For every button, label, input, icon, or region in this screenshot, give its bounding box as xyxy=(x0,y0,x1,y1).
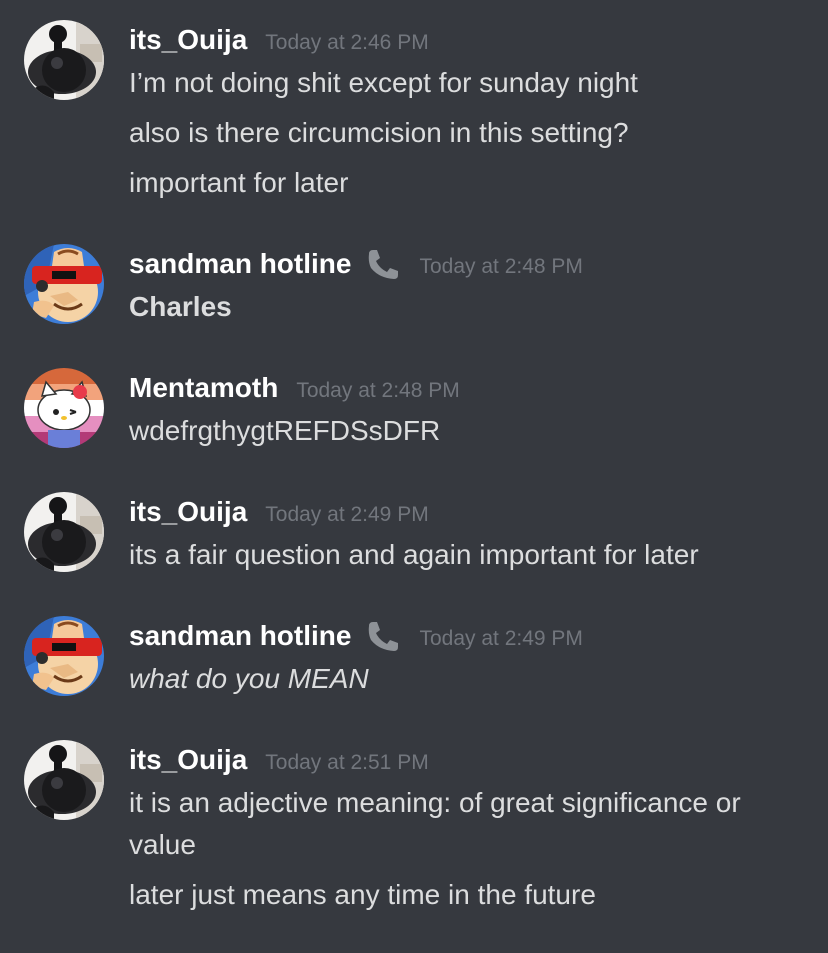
message-text: also is there circumcision in this setti… xyxy=(129,117,629,148)
message-header: its_Ouija Today at 2:51 PM xyxy=(129,740,429,780)
message-text: Charles xyxy=(129,291,232,322)
username[interactable]: sandman hotline xyxy=(129,244,351,284)
timestamp: Today at 2:48 PM xyxy=(296,379,460,402)
timestamp: Today at 2:46 PM xyxy=(265,31,429,54)
timestamp: Today at 2:49 PM xyxy=(419,627,583,650)
username[interactable]: its_Ouija xyxy=(129,492,247,532)
message-text: its a fair question and again important … xyxy=(129,539,699,570)
message-text: I’m not doing shit except for sunday nig… xyxy=(129,67,638,98)
username[interactable]: its_Ouija xyxy=(129,740,247,780)
message-text: important for later xyxy=(129,167,349,198)
message-header: Mentamoth Today at 2:48 PM xyxy=(129,368,460,408)
message-text: what do you MEAN xyxy=(129,663,369,694)
message-header: sandman hotline Today at 2:48 PM xyxy=(129,244,583,284)
timestamp: Today at 2:49 PM xyxy=(265,503,429,526)
timestamp: Today at 2:48 PM xyxy=(419,255,583,278)
message-text: wdefrgthygtREFDSsDFR xyxy=(129,415,441,446)
message-text: it is an adjective meaning: of great sig… xyxy=(129,787,741,860)
phone-icon xyxy=(369,622,399,651)
message-text: later just means any time in the future xyxy=(129,879,596,910)
avatar[interactable] xyxy=(24,244,104,324)
avatar[interactable] xyxy=(24,492,104,572)
username[interactable]: its_Ouija xyxy=(129,20,247,60)
username[interactable]: Mentamoth xyxy=(129,368,278,408)
avatar[interactable] xyxy=(24,740,104,820)
message-header: its_Ouija Today at 2:49 PM xyxy=(129,492,429,532)
avatar[interactable] xyxy=(24,616,104,696)
avatar[interactable] xyxy=(24,368,104,448)
phone-icon xyxy=(369,250,399,279)
username[interactable]: sandman hotline xyxy=(129,616,351,656)
message-header: sandman hotline Today at 2:49 PM xyxy=(129,616,583,656)
timestamp: Today at 2:51 PM xyxy=(265,751,429,774)
message-header: its_Ouija Today at 2:46 PM xyxy=(129,20,429,60)
avatar[interactable] xyxy=(24,20,104,100)
